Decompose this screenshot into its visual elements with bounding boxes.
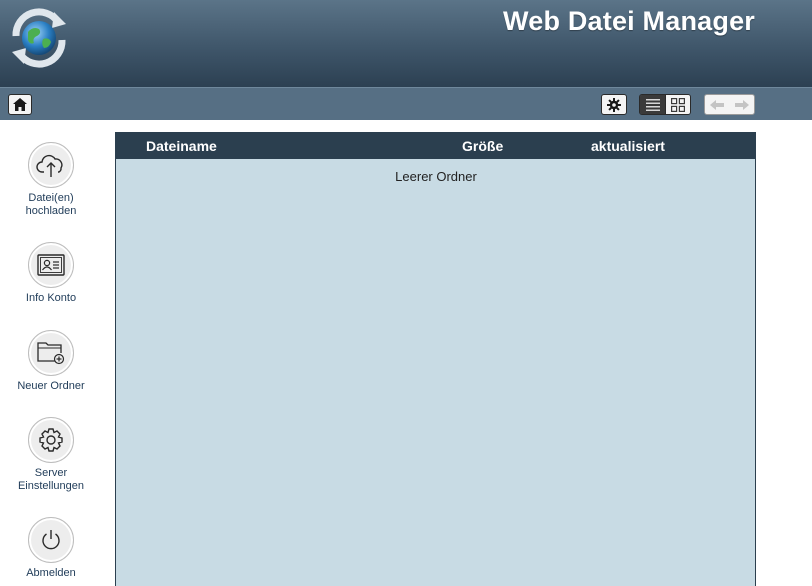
- gear-icon: [39, 428, 63, 452]
- column-size[interactable]: Größe: [462, 138, 503, 154]
- file-list-panel: Dateiname Größe aktualisiert Leerer Ordn…: [115, 132, 756, 586]
- home-button[interactable]: [8, 94, 32, 115]
- account-info-button[interactable]: Info Konto: [0, 242, 102, 305]
- globe-sync-icon: [6, 6, 72, 70]
- app-header: Web Datei Manager: [0, 0, 812, 87]
- view-mode-toggle: [639, 94, 691, 115]
- new-folder-button[interactable]: Neuer Ordner: [0, 330, 102, 393]
- file-list-header: Dateiname Größe aktualisiert: [116, 133, 755, 159]
- column-updated[interactable]: aktualisiert: [591, 138, 665, 154]
- power-icon: [42, 530, 60, 550]
- grid-view-button[interactable]: [665, 95, 690, 114]
- history-nav: [704, 94, 755, 115]
- cloud-upload-icon: [36, 154, 63, 177]
- server-settings-circle[interactable]: [28, 417, 74, 463]
- settings-button[interactable]: [601, 94, 627, 115]
- new-folder-circle[interactable]: [28, 330, 74, 376]
- account-circle[interactable]: [28, 242, 74, 288]
- id-card-icon: [37, 254, 65, 276]
- logout-circle[interactable]: [28, 517, 74, 563]
- toolbar: [0, 87, 812, 120]
- server-settings-label: Server Einstellungen: [17, 467, 85, 492]
- sidebar: Datei(en) hochladen Info Konto Neuer Ord…: [0, 120, 102, 586]
- logout-button[interactable]: Abmelden: [0, 517, 102, 580]
- column-filename[interactable]: Dateiname: [146, 138, 217, 154]
- back-arrow-icon: [710, 99, 725, 110]
- home-icon: [13, 98, 27, 111]
- app-title: Web Datei Manager: [503, 6, 755, 36]
- upload-files-button[interactable]: Datei(en) hochladen: [0, 142, 102, 218]
- forward-arrow-icon: [734, 99, 749, 110]
- server-settings-button[interactable]: Server Einstellungen: [0, 417, 102, 493]
- empty-folder-message: Leerer Ordner: [395, 169, 477, 184]
- new-folder-label: Neuer Ordner: [17, 380, 85, 392]
- list-view-button[interactable]: [640, 95, 665, 114]
- forward-button[interactable]: [730, 95, 755, 114]
- account-info-label: Info Konto: [25, 292, 77, 304]
- back-button[interactable]: [705, 95, 730, 114]
- list-icon: [645, 98, 660, 111]
- upload-files-label: Datei(en) hochladen: [25, 192, 77, 217]
- upload-circle[interactable]: [28, 142, 74, 188]
- grid-icon: [671, 97, 685, 112]
- gear-icon: [607, 97, 621, 112]
- logout-label: Abmelden: [26, 567, 76, 579]
- folder-add-icon: [37, 342, 65, 365]
